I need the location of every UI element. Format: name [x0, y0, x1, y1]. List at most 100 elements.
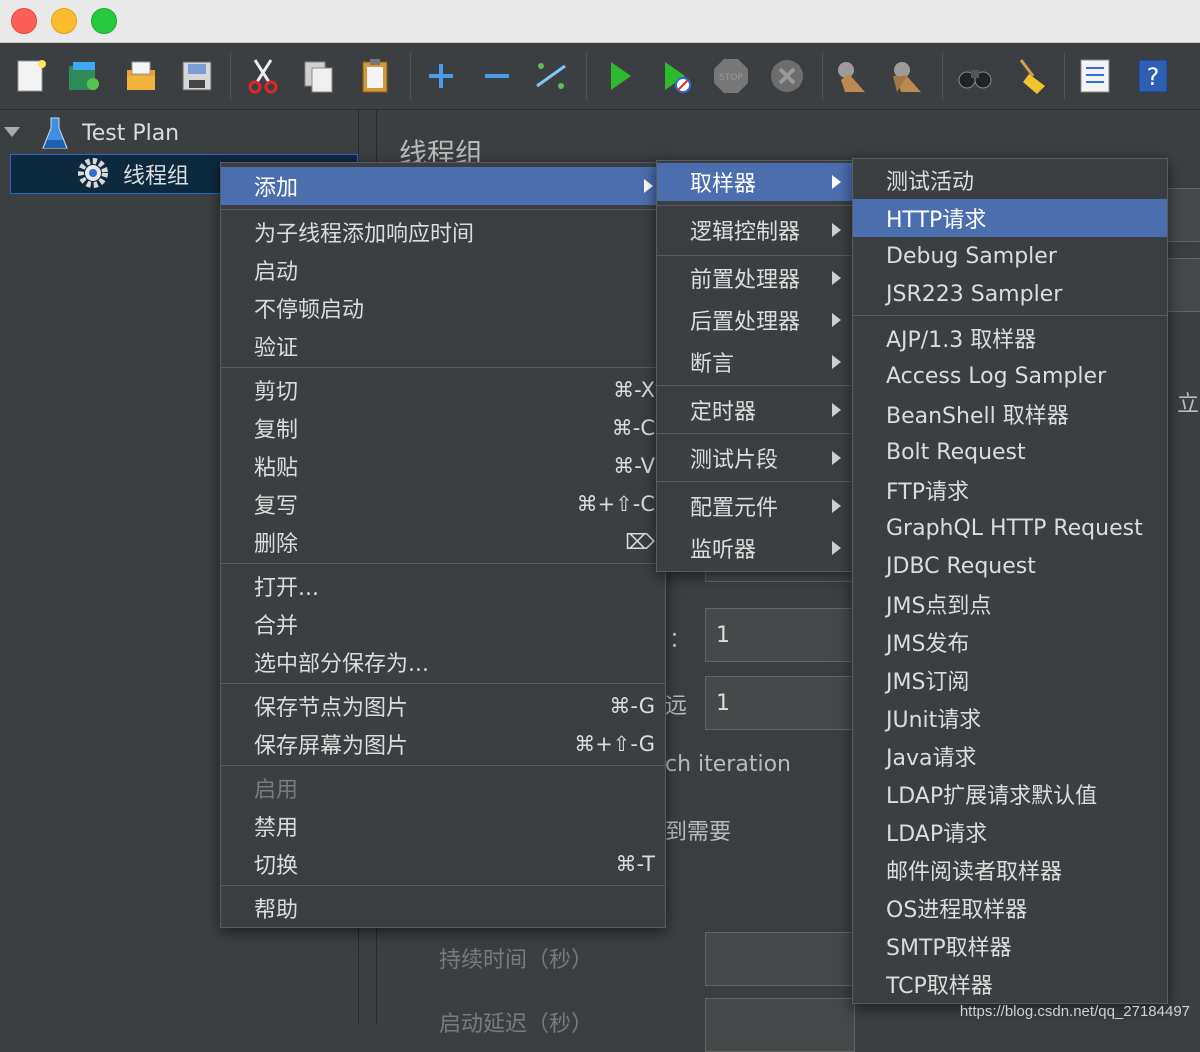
menu-item-os-process-sampler[interactable]: OS进程取样器	[853, 889, 1167, 927]
menu-separator	[657, 205, 853, 206]
ramp-up-field[interactable]: 1	[705, 608, 855, 662]
menu-item-http-request[interactable]: HTTP请求	[853, 199, 1167, 237]
menu-item-bolt-request[interactable]: Bolt Request	[853, 433, 1167, 471]
menu-item-ldap-extended-request[interactable]: LDAP扩展请求默认值	[853, 775, 1167, 813]
menu-item-validate[interactable]: 验证	[221, 327, 665, 365]
name-field[interactable]	[1167, 188, 1200, 242]
remote-stop-button[interactable]	[886, 55, 928, 97]
search-button[interactable]	[954, 55, 996, 97]
clear-all-button[interactable]	[1010, 55, 1052, 97]
menu-item-disable[interactable]: 禁用	[221, 807, 665, 845]
menu-item-start-no-pauses[interactable]: 不停顿启动	[221, 289, 665, 327]
menu-item-ajp-sampler[interactable]: AJP/1.3 取样器	[853, 319, 1167, 357]
function-helper-button[interactable]	[1074, 55, 1116, 97]
open-folder-icon	[127, 61, 155, 90]
paste-button[interactable]	[354, 55, 396, 97]
menu-separator	[657, 433, 853, 434]
start-no-pauses-button[interactable]	[654, 55, 696, 97]
menu-item-smtp-sampler[interactable]: SMTP取样器	[853, 927, 1167, 965]
toggle-button[interactable]	[530, 55, 572, 97]
menu-item-access-log-sampler[interactable]: Access Log Sampler	[853, 357, 1167, 395]
stop-sign-icon: STOP	[714, 59, 748, 93]
templates-button[interactable]	[62, 55, 104, 97]
menu-item-test-fragment[interactable]: 测试片段	[657, 439, 853, 477]
submenu-arrow-icon	[832, 175, 841, 189]
menu-item-label: JUnit请求	[886, 708, 982, 733]
menu-item-open[interactable]: 打开...	[221, 567, 665, 605]
save-button[interactable]	[176, 55, 218, 97]
menu-item-java-request[interactable]: Java请求	[853, 737, 1167, 775]
watermark-text: https://blog.csdn.net/qq_27184497	[959, 1003, 1190, 1020]
menu-item-toggle[interactable]: 切换 ⌘-T	[221, 845, 665, 883]
menu-item-label: HTTP请求	[886, 208, 987, 233]
menu-item-add[interactable]: 添加	[221, 167, 665, 205]
expand-all-button[interactable]	[420, 55, 462, 97]
close-window-button[interactable]	[11, 8, 37, 34]
menu-item-save-screen-as-image[interactable]: 保存屏幕为图片 ⌘+⇧-G	[221, 725, 665, 763]
menu-item-listener[interactable]: 监听器	[657, 529, 853, 567]
copy-button[interactable]	[298, 55, 340, 97]
menu-item-copy[interactable]: 复制 ⌘-C	[221, 409, 665, 447]
menu-item-save-selection-as[interactable]: 选中部分保存为...	[221, 643, 665, 681]
menu-item-label: 监听器	[690, 538, 757, 563]
collapse-all-button[interactable]	[476, 55, 518, 97]
menu-item-label: JDBC Request	[886, 553, 1036, 579]
menu-item-label: Bolt Request	[886, 439, 1026, 465]
remote-start-button[interactable]	[830, 55, 872, 97]
menu-shortcut: ⌘-C	[611, 416, 655, 440]
menu-item-start[interactable]: 启动	[221, 251, 665, 289]
menu-shortcut: ⌘-V	[613, 454, 655, 478]
tree-node-test-plan[interactable]: Test Plan	[0, 114, 358, 152]
comment-field[interactable]	[1167, 258, 1200, 312]
expand-triangle-icon[interactable]	[4, 127, 20, 137]
menu-item-graphql-request[interactable]: GraphQL HTTP Request	[853, 509, 1167, 547]
menu-item-duplicate[interactable]: 复写 ⌘+⇧-C	[221, 485, 665, 523]
menu-item-add-think-times[interactable]: 为子线程添加响应时间	[221, 213, 665, 251]
minimize-window-button[interactable]	[51, 8, 77, 34]
menu-item-sampler[interactable]: 取样器	[657, 163, 853, 201]
menu-item-jsr223-sampler[interactable]: JSR223 Sampler	[853, 275, 1167, 313]
menu-item-label: 禁用	[254, 816, 299, 841]
menu-item-post-processor[interactable]: 后置处理器	[657, 301, 853, 339]
zoom-window-button[interactable]	[91, 8, 117, 34]
menu-item-cut[interactable]: 剪切 ⌘-X	[221, 371, 665, 409]
startup-delay-field[interactable]	[705, 998, 855, 1052]
menu-item-ftp-request[interactable]: FTP请求	[853, 471, 1167, 509]
menu-item-config-element[interactable]: 配置元件	[657, 487, 853, 525]
menu-item-save-node-as-image[interactable]: 保存节点为图片 ⌘-G	[221, 687, 665, 725]
menu-item-jdbc-request[interactable]: JDBC Request	[853, 547, 1167, 585]
submenu-arrow-icon	[832, 223, 841, 237]
submenu-arrow-icon	[832, 451, 841, 465]
menu-item-logic-controller[interactable]: 逻辑控制器	[657, 211, 853, 249]
duration-field[interactable]	[705, 932, 855, 986]
menu-item-beanshell-sampler[interactable]: BeanShell 取样器	[853, 395, 1167, 433]
start-button[interactable]	[598, 55, 640, 97]
menu-item-mail-reader-sampler[interactable]: 邮件阅读者取样器	[853, 851, 1167, 889]
menu-item-label: 删除	[254, 532, 299, 557]
menu-item-assertion[interactable]: 断言	[657, 343, 853, 381]
menu-item-label: 配置元件	[690, 496, 779, 521]
menu-item-debug-sampler[interactable]: Debug Sampler	[853, 237, 1167, 275]
menu-item-help[interactable]: 帮助	[221, 889, 665, 927]
menu-item-jms-publisher[interactable]: JMS发布	[853, 623, 1167, 661]
help-button[interactable]: ?	[1132, 55, 1174, 97]
menu-item-label: 剪切	[254, 380, 299, 405]
menu-item-jms-subscriber[interactable]: JMS订阅	[853, 661, 1167, 699]
menu-item-tcp-sampler[interactable]: TCP取样器	[853, 965, 1167, 1003]
menu-item-jms-point-to-point[interactable]: JMS点到点	[853, 585, 1167, 623]
menu-item-paste[interactable]: 粘贴 ⌘-V	[221, 447, 665, 485]
menu-item-label: Java请求	[886, 746, 977, 771]
menu-item-test-action[interactable]: 测试活动	[853, 161, 1167, 199]
menu-item-pre-processor[interactable]: 前置处理器	[657, 259, 853, 297]
loop-count-field[interactable]: 1	[705, 676, 855, 730]
toolbar-divider	[822, 53, 823, 99]
menu-item-label: 合并	[254, 614, 299, 639]
menu-item-ldap-request[interactable]: LDAP请求	[853, 813, 1167, 851]
menu-item-delete[interactable]: 删除 ⌦	[221, 523, 665, 561]
open-button[interactable]	[120, 55, 162, 97]
cut-button[interactable]	[242, 55, 284, 97]
menu-item-merge[interactable]: 合并	[221, 605, 665, 643]
new-button[interactable]	[10, 55, 52, 97]
menu-item-timer[interactable]: 定时器	[657, 391, 853, 429]
menu-item-junit-request[interactable]: JUnit请求	[853, 699, 1167, 737]
